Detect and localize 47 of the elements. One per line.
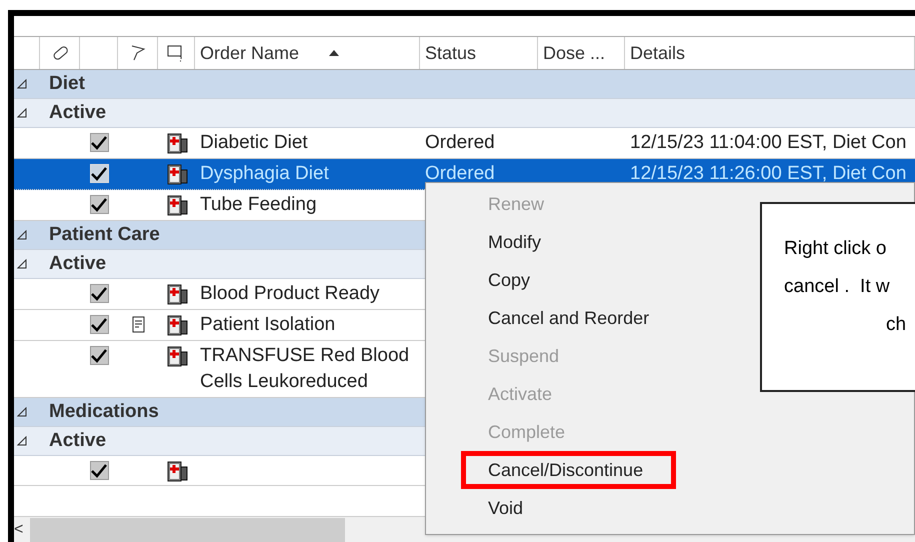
column-header[interactable]: Dose ...: [538, 37, 625, 69]
order-details: 12/15/23 11:04:00 EST, Diet Con: [630, 132, 906, 153]
order-name: Dysphagia Diet: [200, 163, 329, 184]
scrollbar-thumb[interactable]: [30, 518, 345, 542]
menu-item[interactable]: Copy: [466, 261, 558, 299]
menu-item[interactable]: Modify: [466, 223, 570, 261]
document-icon: [132, 316, 144, 333]
order-name: Blood Product Ready: [200, 283, 380, 304]
order-icon: [166, 132, 188, 154]
scroll-left-arrow[interactable]: <: [14, 522, 30, 538]
order-name: Diabetic Diet: [200, 132, 308, 153]
order-status: Ordered: [425, 163, 495, 184]
flag-icon: [130, 44, 146, 62]
column-header[interactable]: Status: [420, 37, 538, 69]
collapse-icon[interactable]: [17, 407, 29, 417]
menu-item[interactable]: Void: [466, 489, 552, 527]
callout-text: Right click o: [784, 237, 886, 261]
menu-item[interactable]: Cancel/Discontinue: [461, 451, 676, 489]
collapse-icon[interactable]: [17, 436, 29, 446]
collapse-icon[interactable]: [17, 230, 29, 240]
column-header[interactable]: Order Name: [195, 37, 420, 69]
checkbox[interactable]: [90, 346, 108, 365]
order-details: 12/15/23 11:26:00 EST, Diet Con: [630, 163, 906, 184]
order-name: TRANSFUSE Red Blood Cells Leukoreduced: [200, 345, 410, 392]
callout-text: cancel . It w: [784, 275, 890, 299]
column-header[interactable]: Details: [625, 37, 915, 69]
order-name: Tube Feeding: [200, 194, 317, 215]
checkbox[interactable]: [90, 195, 108, 214]
callout-text: ch: [886, 313, 906, 337]
checkbox[interactable]: [90, 461, 108, 480]
checkbox[interactable]: [90, 133, 108, 152]
order-icon: [166, 314, 188, 336]
order-icon: [166, 194, 188, 216]
collapse-icon[interactable]: [17, 79, 29, 89]
order-icon: [166, 460, 188, 482]
checkbox[interactable]: [90, 284, 108, 303]
group-header[interactable]: Diet: [14, 70, 915, 99]
order-icon: [166, 345, 188, 367]
collapse-icon[interactable]: [17, 108, 29, 118]
order-icon: [166, 283, 188, 305]
subgroup-header[interactable]: Active: [14, 99, 915, 128]
order-status: Ordered: [425, 132, 495, 153]
collapse-icon[interactable]: [17, 259, 29, 269]
menu-item[interactable]: Cancel and Reorder: [466, 299, 678, 337]
order-name: Patient Isolation: [200, 314, 336, 335]
checkbox[interactable]: [90, 315, 108, 334]
order-icon: [166, 163, 188, 185]
